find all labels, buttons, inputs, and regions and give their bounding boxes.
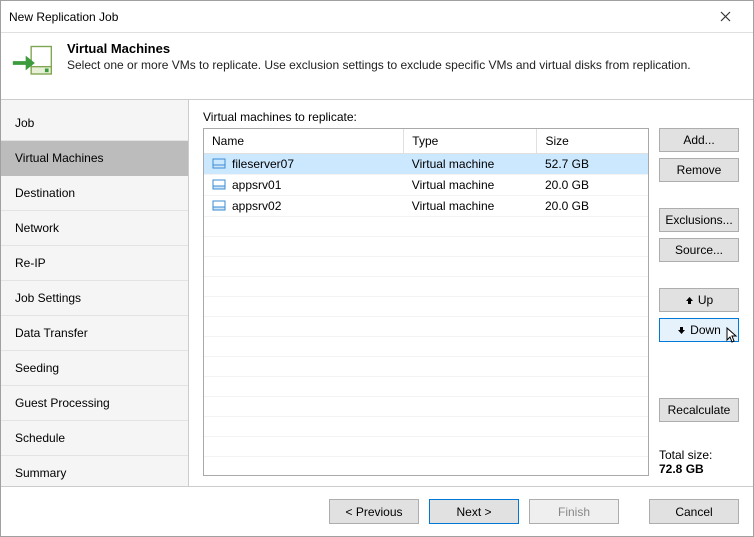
sidebar: JobVirtual MachinesDestinationNetworkRe-…	[1, 100, 189, 486]
titlebar: New Replication Job	[1, 1, 753, 33]
empty-row	[204, 237, 648, 257]
col-header-name[interactable]: Name	[204, 129, 404, 154]
add-button[interactable]: Add...	[659, 128, 739, 152]
total-size-label: Total size:	[659, 448, 739, 462]
col-header-type[interactable]: Type	[404, 129, 537, 154]
vm-size: 20.0 GB	[537, 175, 648, 196]
empty-row	[204, 377, 648, 397]
sidebar-item-schedule[interactable]: Schedule	[1, 421, 188, 456]
sidebar-item-job-settings[interactable]: Job Settings	[1, 281, 188, 316]
arrow-up-icon	[685, 296, 694, 305]
sidebar-item-guest-processing[interactable]: Guest Processing	[1, 386, 188, 421]
header-text: Virtual Machines Select one or more VMs …	[67, 41, 691, 72]
empty-row	[204, 257, 648, 277]
vm-table-container: Name Type Size fileserver07 Virtual machi…	[203, 128, 649, 476]
empty-row	[204, 457, 648, 477]
sidebar-item-summary[interactable]: Summary	[1, 456, 188, 486]
close-button[interactable]	[705, 3, 745, 31]
sidebar-item-destination[interactable]: Destination	[1, 176, 188, 211]
total-size-value: 72.8 GB	[659, 462, 739, 476]
wizard-body: JobVirtual MachinesDestinationNetworkRe-…	[1, 100, 753, 486]
vm-name: fileserver07	[232, 157, 294, 171]
vm-type: Virtual machine	[404, 154, 537, 175]
sidebar-item-data-transfer[interactable]: Data Transfer	[1, 316, 188, 351]
page-subtitle: Select one or more VMs to replicate. Use…	[67, 58, 691, 72]
table-label: Virtual machines to replicate:	[203, 110, 739, 124]
up-label: Up	[698, 293, 713, 307]
exclusions-button[interactable]: Exclusions...	[659, 208, 739, 232]
sidebar-item-network[interactable]: Network	[1, 211, 188, 246]
arrow-down-icon	[677, 326, 686, 335]
window-title: New Replication Job	[9, 10, 705, 24]
empty-row	[204, 217, 648, 237]
recalculate-button[interactable]: Recalculate	[659, 398, 739, 422]
close-icon	[720, 11, 731, 22]
vm-type: Virtual machine	[404, 196, 537, 217]
main-row: Name Type Size fileserver07 Virtual machi…	[203, 128, 739, 476]
empty-row	[204, 357, 648, 377]
vm-size: 20.0 GB	[537, 196, 648, 217]
cancel-button[interactable]: Cancel	[649, 499, 739, 524]
vm-size: 52.7 GB	[537, 154, 648, 175]
empty-row	[204, 277, 648, 297]
sidebar-item-seeding[interactable]: Seeding	[1, 351, 188, 386]
empty-row	[204, 337, 648, 357]
button-column: Add... Remove Exclusions... Source... Up…	[659, 128, 739, 476]
vm-icon	[212, 157, 226, 171]
wizard-header: Virtual Machines Select one or more VMs …	[1, 33, 753, 100]
table-row[interactable]: fileserver07 Virtual machine52.7 GB	[204, 154, 648, 175]
wizard-window: New Replication Job Virtual Machines Sel…	[0, 0, 754, 537]
vm-name: appsrv01	[232, 178, 281, 192]
source-button[interactable]: Source...	[659, 238, 739, 262]
wizard-footer: < Previous Next > Finish Cancel	[1, 486, 753, 536]
vm-icon	[212, 178, 226, 192]
sidebar-item-virtual-machines[interactable]: Virtual Machines	[1, 141, 188, 176]
col-header-size[interactable]: Size	[537, 129, 648, 154]
empty-row	[204, 437, 648, 457]
vm-table: Name Type Size fileserver07 Virtual machi…	[204, 129, 648, 476]
up-button[interactable]: Up	[659, 288, 739, 312]
page-title: Virtual Machines	[67, 41, 691, 56]
empty-row	[204, 417, 648, 437]
remove-button[interactable]: Remove	[659, 158, 739, 182]
vm-icon	[212, 199, 226, 213]
cursor-icon	[726, 327, 739, 345]
sidebar-item-re-ip[interactable]: Re-IP	[1, 246, 188, 281]
table-row[interactable]: appsrv02 Virtual machine20.0 GB	[204, 196, 648, 217]
vm-type: Virtual machine	[404, 175, 537, 196]
empty-row	[204, 297, 648, 317]
finish-button: Finish	[529, 499, 619, 524]
table-row[interactable]: appsrv01 Virtual machine20.0 GB	[204, 175, 648, 196]
empty-row	[204, 397, 648, 417]
down-label: Down	[690, 323, 721, 337]
next-button[interactable]: Next >	[429, 499, 519, 524]
main-panel: Virtual machines to replicate: Name Type…	[189, 100, 753, 486]
previous-button[interactable]: < Previous	[329, 499, 419, 524]
down-button[interactable]: Down	[659, 318, 739, 342]
total-size-block: Total size: 72.8 GB	[659, 448, 739, 476]
vm-wizard-icon	[11, 41, 55, 85]
vm-name: appsrv02	[232, 199, 281, 213]
sidebar-item-job[interactable]: Job	[1, 106, 188, 141]
empty-row	[204, 317, 648, 337]
